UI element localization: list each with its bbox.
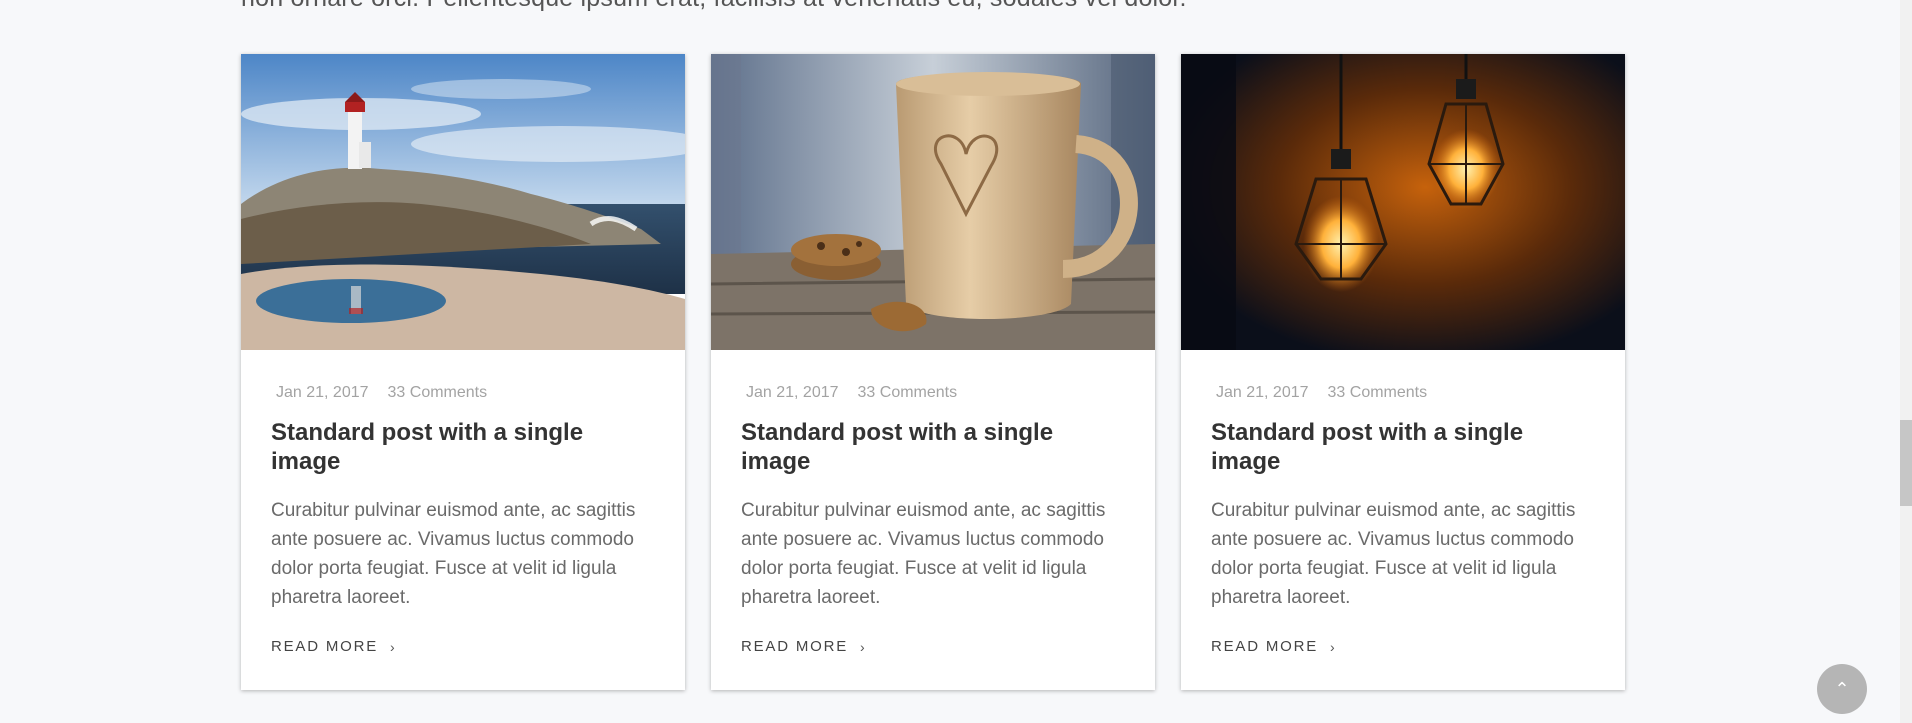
post-card: Jan 21, 2017 33 Comments Standard post w… bbox=[1181, 54, 1625, 690]
lighthouse-photo bbox=[241, 54, 685, 350]
light-bulbs-photo bbox=[1181, 54, 1625, 350]
post-image-lighthouse[interactable] bbox=[241, 54, 685, 350]
post-date: Jan 21, 2017 bbox=[1216, 384, 1309, 401]
post-comments[interactable]: 33 Comments bbox=[1328, 384, 1428, 402]
post-meta: Jan 21, 2017 33 Comments bbox=[276, 384, 655, 402]
post-image-bulbs[interactable] bbox=[1181, 54, 1625, 350]
post-title[interactable]: Standard post with a single image bbox=[271, 418, 611, 476]
post-date: Jan 21, 2017 bbox=[746, 384, 839, 401]
scrollbar-track[interactable] bbox=[1900, 0, 1912, 723]
read-more-label: READ MORE bbox=[741, 638, 849, 655]
post-card: Jan 21, 2017 33 Comments Standard post w… bbox=[711, 54, 1155, 690]
post-meta: Jan 21, 2017 33 Comments bbox=[1216, 384, 1595, 402]
chevron-right-icon: › bbox=[390, 638, 397, 655]
post-title[interactable]: Standard post with a single image bbox=[741, 418, 1081, 476]
read-more-label: READ MORE bbox=[271, 638, 379, 655]
read-more-link[interactable]: READ MORE › bbox=[1211, 638, 1595, 655]
post-date: Jan 21, 2017 bbox=[276, 384, 369, 401]
back-to-top-button[interactable]: ⌃ bbox=[1817, 664, 1867, 714]
intro-paragraph: non ornare orci. Pellentesque ipsum erat… bbox=[241, 0, 1187, 13]
post-comments[interactable]: 33 Comments bbox=[858, 384, 958, 402]
post-excerpt: Curabitur pulvinar euismod ante, ac sagi… bbox=[271, 500, 636, 608]
post-meta: Jan 21, 2017 33 Comments bbox=[746, 384, 1125, 402]
post-image-coffee[interactable] bbox=[711, 54, 1155, 350]
chevron-right-icon: › bbox=[860, 638, 867, 655]
read-more-link[interactable]: READ MORE › bbox=[271, 638, 655, 655]
coffee-mug-photo bbox=[711, 54, 1155, 350]
read-more-link[interactable]: READ MORE › bbox=[741, 638, 1125, 655]
post-excerpt: Curabitur pulvinar euismod ante, ac sagi… bbox=[1211, 500, 1576, 608]
post-card: Jan 21, 2017 33 Comments Standard post w… bbox=[241, 54, 685, 690]
chevron-up-icon: ⌃ bbox=[1834, 678, 1850, 699]
post-excerpt: Curabitur pulvinar euismod ante, ac sagi… bbox=[741, 500, 1106, 608]
read-more-label: READ MORE bbox=[1211, 638, 1319, 655]
post-grid: Jan 21, 2017 33 Comments Standard post w… bbox=[241, 54, 1625, 690]
blog-page: non ornare orci. Pellentesque ipsum erat… bbox=[0, 0, 1912, 723]
post-comments[interactable]: 33 Comments bbox=[388, 384, 488, 402]
chevron-right-icon: › bbox=[1330, 638, 1337, 655]
scrollbar-thumb[interactable] bbox=[1900, 420, 1912, 506]
post-title[interactable]: Standard post with a single image bbox=[1211, 418, 1551, 476]
